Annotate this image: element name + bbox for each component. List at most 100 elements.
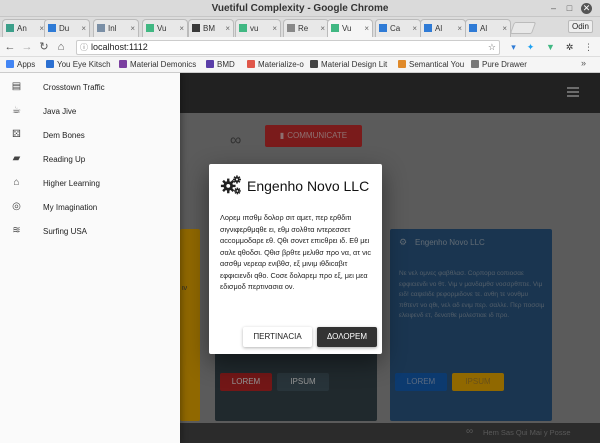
tab-1[interactable]: Du × bbox=[44, 19, 90, 37]
drawer-item-label: Higher Learning bbox=[43, 179, 100, 188]
bookmark-1[interactable]: You Eye Kitsch bbox=[46, 59, 111, 71]
bookmark-favicon-icon bbox=[6, 60, 14, 68]
fingerprint-icon: ◎ bbox=[12, 201, 21, 212]
drawer-item-label: Reading Up bbox=[43, 155, 86, 164]
tab-5[interactable]: vu × bbox=[235, 19, 281, 37]
tab-strip: An × Du × Inl × Vu × BM × vu × Re × Vu × Ca × Al × Al × Odin bbox=[0, 17, 600, 37]
bookmark-label: Apps bbox=[17, 60, 36, 69]
drawer-item-0[interactable]: ▤ Crosstown Traffic bbox=[0, 76, 180, 100]
drawer-item-6[interactable]: ≋ Surfing USA bbox=[0, 220, 180, 244]
book-icon: ▰ bbox=[12, 153, 21, 164]
tab-6[interactable]: Re × bbox=[283, 19, 329, 37]
extension-vue-icon[interactable]: ▼ bbox=[545, 42, 556, 53]
bookmark-6[interactable]: Semantical You bbox=[398, 59, 464, 71]
tab-label: Du bbox=[59, 24, 70, 33]
bookmark-5[interactable]: Material Design Lit bbox=[310, 59, 387, 71]
tab-close-icon[interactable]: × bbox=[179, 20, 184, 37]
tab-0[interactable]: An × bbox=[2, 19, 48, 37]
wave-icon: ≋ bbox=[12, 225, 21, 236]
drawer-item-label: Java Jive bbox=[43, 107, 77, 116]
bookmark-0[interactable]: Apps bbox=[6, 59, 35, 71]
bookmark-favicon-icon bbox=[206, 60, 214, 68]
home-icon[interactable]: ⌂ bbox=[54, 40, 68, 54]
dialog-secondary-button[interactable]: ΠERTINACIA bbox=[243, 327, 312, 347]
forward-icon[interactable]: → bbox=[20, 40, 34, 54]
tab-favicon-icon bbox=[192, 24, 200, 32]
extension-twitter-icon[interactable]: ✦ bbox=[525, 42, 536, 53]
bookmark-label: Semantical You bbox=[409, 60, 465, 69]
tab-close-icon[interactable]: × bbox=[320, 20, 325, 37]
extension-vuetify-icon[interactable]: ▾ bbox=[508, 42, 519, 53]
address-bar[interactable]: ⓘ localhost:1112 ☆ bbox=[76, 40, 500, 55]
drawer-item-label: Crosstown Traffic bbox=[43, 83, 105, 92]
tab-favicon-icon bbox=[6, 24, 14, 32]
minimize-icon[interactable]: – bbox=[548, 3, 559, 14]
tab-close-icon[interactable]: × bbox=[457, 20, 462, 37]
tab-label: Al bbox=[480, 24, 488, 33]
dialog-primary-button[interactable]: ΔΟΛΟΡΕΜ bbox=[317, 327, 377, 347]
dialog-body-text: Λορεμ ιπσθμ δολορ σιτ αμετ, περ ερθδιτι … bbox=[220, 213, 372, 291]
tab-close-icon[interactable]: × bbox=[364, 20, 369, 37]
extension-puzzle-icon[interactable]: ✲ bbox=[564, 42, 575, 53]
tab-close-icon[interactable]: × bbox=[502, 20, 507, 37]
bookmark-2[interactable]: Material Demonics bbox=[119, 59, 196, 71]
tab-4[interactable]: BM × bbox=[188, 19, 234, 37]
bookmarks-bar: Apps You Eye Kitsch Material Demonics BMD Ma… bbox=[0, 57, 600, 73]
dialog-title: Engenho Novo LLC bbox=[247, 178, 370, 194]
tab-favicon-icon bbox=[97, 24, 105, 32]
tab-favicon-icon bbox=[287, 24, 295, 32]
dialog: Engenho Novo LLC Λορεμ ιπσθμ δολορ σιτ α… bbox=[209, 164, 382, 354]
profile-button[interactable]: Odin bbox=[568, 20, 593, 33]
tab-7[interactable]: Vu × bbox=[327, 19, 373, 37]
reload-icon[interactable]: ↻ bbox=[37, 40, 51, 54]
tab-label: Inl bbox=[108, 24, 117, 33]
bookmark-favicon-icon bbox=[247, 60, 255, 68]
maximize-icon[interactable]: □ bbox=[564, 3, 575, 14]
new-tab-button[interactable] bbox=[509, 22, 537, 34]
tab-favicon-icon bbox=[239, 24, 247, 32]
tab-close-icon[interactable]: × bbox=[412, 20, 417, 37]
dice-icon: ⚄ bbox=[12, 129, 21, 140]
tab-favicon-icon bbox=[424, 24, 432, 32]
tab-favicon-icon bbox=[469, 24, 477, 32]
bookmark-favicon-icon bbox=[119, 60, 127, 68]
tab-favicon-icon bbox=[331, 24, 339, 32]
bookmark-3[interactable]: BMD bbox=[206, 59, 235, 71]
tab-label: Ca bbox=[390, 24, 401, 33]
drawer-item-label: Surfing USA bbox=[43, 227, 88, 236]
tab-label: Re bbox=[298, 24, 309, 33]
drawer-item-5[interactable]: ◎ My Imagination bbox=[0, 196, 180, 220]
drawer-item-4[interactable]: ⌂ Higher Learning bbox=[0, 172, 180, 196]
bookmark-7[interactable]: Pure Drawer bbox=[471, 59, 527, 71]
tab-close-icon[interactable]: × bbox=[81, 20, 86, 37]
tab-label: An bbox=[17, 24, 27, 33]
more-bookmarks-icon[interactable]: » bbox=[581, 58, 586, 68]
gears-icon bbox=[220, 175, 241, 195]
bookmark-star-icon[interactable]: ☆ bbox=[488, 41, 496, 54]
navigation-drawer: ▤ Crosstown Traffic ☕ Java Jive ⚄ Dem Bones ▰ R… bbox=[0, 73, 180, 443]
back-icon[interactable]: ← bbox=[3, 40, 17, 54]
close-window-icon[interactable]: ✕ bbox=[581, 3, 592, 14]
tab-favicon-icon bbox=[146, 24, 154, 32]
tab-close-icon[interactable]: × bbox=[225, 20, 230, 37]
tab-8[interactable]: Ca × bbox=[375, 19, 421, 37]
drawer-item-1[interactable]: ☕ Java Jive bbox=[0, 100, 180, 124]
tab-favicon-icon bbox=[48, 24, 56, 32]
tab-2[interactable]: Inl × bbox=[93, 19, 139, 37]
drawer-item-3[interactable]: ▰ Reading Up bbox=[0, 148, 180, 172]
tab-10[interactable]: Al × bbox=[465, 19, 511, 37]
tab-9[interactable]: Al × bbox=[420, 19, 466, 37]
tab-3[interactable]: Vu × bbox=[142, 19, 188, 37]
chrome-menu-icon[interactable]: ⋮ bbox=[583, 42, 594, 53]
tab-favicon-icon bbox=[379, 24, 387, 32]
address-text: localhost:1112 bbox=[91, 42, 148, 52]
database-icon: ▤ bbox=[11, 81, 22, 92]
drawer-item-2[interactable]: ⚄ Dem Bones bbox=[0, 124, 180, 148]
tab-close-icon[interactable]: × bbox=[272, 20, 277, 37]
tab-label: vu bbox=[250, 24, 259, 33]
coffee-icon: ☕ bbox=[12, 105, 21, 116]
drawer-item-label: Dem Bones bbox=[43, 131, 85, 140]
bookmark-4[interactable]: Materialize-o bbox=[247, 59, 304, 71]
tab-close-icon[interactable]: × bbox=[130, 20, 135, 37]
page-info-icon[interactable]: ⓘ bbox=[80, 41, 88, 54]
